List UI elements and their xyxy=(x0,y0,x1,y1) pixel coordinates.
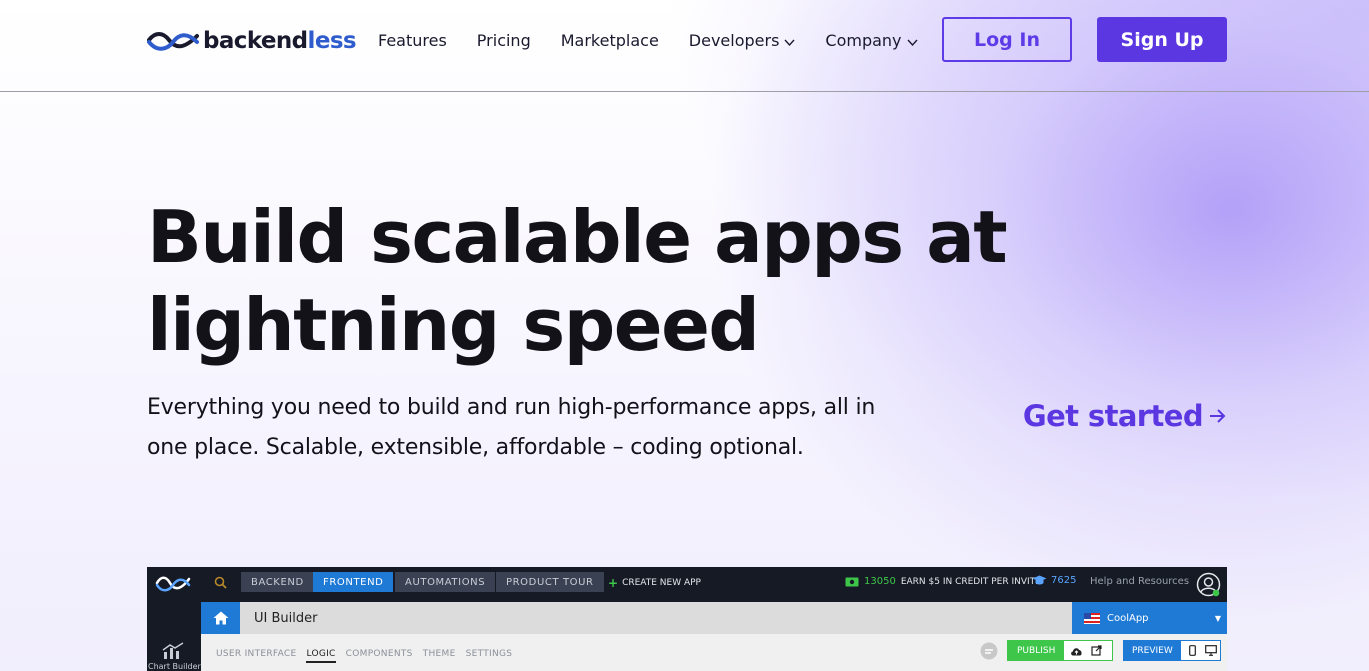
chart-builder-icon[interactable] xyxy=(162,642,184,660)
points-indicator[interactable]: 7625 xyxy=(1032,575,1076,586)
get-started-link[interactable]: Get started xyxy=(1023,399,1227,433)
subtab-theme[interactable]: THEME xyxy=(423,649,456,663)
credits-value: 13050 xyxy=(864,576,896,587)
app-name: CoolApp xyxy=(1107,612,1149,624)
credits-indicator[interactable]: 13050 EARN $5 IN CREDIT PER INVITE xyxy=(845,576,1041,587)
mobile-icon[interactable] xyxy=(1188,645,1196,656)
arrow-right-icon xyxy=(1210,409,1226,423)
nav-developers[interactable]: Developers xyxy=(689,31,796,50)
credits-text: EARN $5 IN CREDIT PER INVITE xyxy=(900,576,1041,587)
tab-frontend[interactable]: FRONTEND xyxy=(313,572,394,592)
nav-features-label: Features xyxy=(378,31,447,50)
preview-label: PREVIEW xyxy=(1124,641,1181,660)
tab-product-tour[interactable]: PRODUCT TOUR xyxy=(496,572,604,592)
page-title: UI Builder xyxy=(240,602,1072,634)
nav-marketplace-label: Marketplace xyxy=(560,31,659,50)
help-resources-link[interactable]: Help and Resources xyxy=(1090,576,1189,587)
external-link-icon[interactable] xyxy=(1091,645,1102,656)
nav-features[interactable]: Features xyxy=(378,31,447,50)
hero-subtitle-line2: one place. Scalable, extensible, afforda… xyxy=(147,435,804,460)
cloud-upload-icon[interactable] xyxy=(1070,646,1083,656)
chat-icon[interactable] xyxy=(979,642,999,660)
user-avatar-icon[interactable] xyxy=(1196,572,1221,597)
create-new-app-label: CREATE NEW APP xyxy=(622,578,701,588)
nav-company[interactable]: Company xyxy=(825,31,918,50)
nav-pricing-label: Pricing xyxy=(476,31,531,50)
tab-automations[interactable]: AUTOMATIONS xyxy=(395,572,496,592)
publish-button[interactable]: PUBLISH xyxy=(1007,640,1113,661)
app-logo-icon xyxy=(155,576,191,592)
nav-developers-label: Developers xyxy=(688,31,780,50)
hero-title: Build scalable apps at lightning speed xyxy=(147,193,1107,369)
subtab-components[interactable]: COMPONENTS xyxy=(346,649,413,663)
nav-marketplace[interactable]: Marketplace xyxy=(561,31,659,50)
logo-wordmark: backendless xyxy=(203,28,357,54)
app-selector[interactable]: CoolApp ▼ xyxy=(1072,602,1227,634)
tab-backend[interactable]: BACKEND xyxy=(241,572,314,592)
hero-title-line2: lightning speed xyxy=(147,283,760,367)
backendless-logo-icon xyxy=(147,32,199,51)
login-button[interactable]: Log In xyxy=(942,17,1072,62)
home-icon xyxy=(213,611,228,625)
publish-actions xyxy=(1064,641,1102,660)
graduation-cap-icon xyxy=(1032,575,1047,585)
chevron-down-icon xyxy=(784,39,795,46)
main-nav: Features Pricing Marketplace Developers … xyxy=(378,31,918,50)
nav-pricing[interactable]: Pricing xyxy=(477,31,531,50)
app-topbar: BACKEND FRONTEND AUTOMATIONS PRODUCT TOU… xyxy=(147,567,1227,602)
preview-button[interactable]: PREVIEW xyxy=(1123,640,1221,661)
signup-button[interactable]: Sign Up xyxy=(1097,17,1227,62)
create-new-app-button[interactable]: + CREATE NEW APP xyxy=(608,576,701,590)
hero-subtitle: Everything you need to build and run hig… xyxy=(147,388,977,468)
logo[interactable]: backendless xyxy=(147,26,357,56)
logo-wordmark-main: backend xyxy=(203,28,308,54)
app-sidebar: Chart Builder xyxy=(147,602,201,671)
us-flag-icon xyxy=(1084,612,1100,624)
site-header: backendless Features Pricing Marketplace… xyxy=(0,0,1369,92)
subtab-settings[interactable]: SETTINGS xyxy=(466,649,513,663)
chart-builder-label: Chart Builder xyxy=(148,662,201,671)
money-icon xyxy=(845,577,859,586)
chevron-down-icon xyxy=(907,39,918,46)
get-started-label: Get started xyxy=(1022,399,1204,433)
subtab-logic[interactable]: LOGIC xyxy=(306,649,336,663)
home-button[interactable] xyxy=(201,602,240,634)
nav-company-label: Company xyxy=(825,31,902,50)
subtab-user-interface[interactable]: USER INTERFACE xyxy=(216,649,296,663)
publish-label: PUBLISH xyxy=(1008,641,1065,660)
hero-title-line1: Build scalable apps at xyxy=(147,195,1008,279)
preview-device-options xyxy=(1181,641,1217,660)
points-value: 7625 xyxy=(1051,575,1077,586)
desktop-icon[interactable] xyxy=(1204,645,1217,656)
builder-subtabs: USER INTERFACE LOGIC COMPONENTS THEME SE… xyxy=(216,649,512,663)
caret-down-icon: ▼ xyxy=(1214,614,1221,623)
logo-wordmark-accent: less xyxy=(307,28,357,54)
app-preview: BACKEND FRONTEND AUTOMATIONS PRODUCT TOU… xyxy=(147,567,1227,671)
hero-subtitle-line1: Everything you need to build and run hig… xyxy=(147,395,876,420)
plus-icon: + xyxy=(608,576,619,590)
search-icon[interactable] xyxy=(214,576,227,589)
